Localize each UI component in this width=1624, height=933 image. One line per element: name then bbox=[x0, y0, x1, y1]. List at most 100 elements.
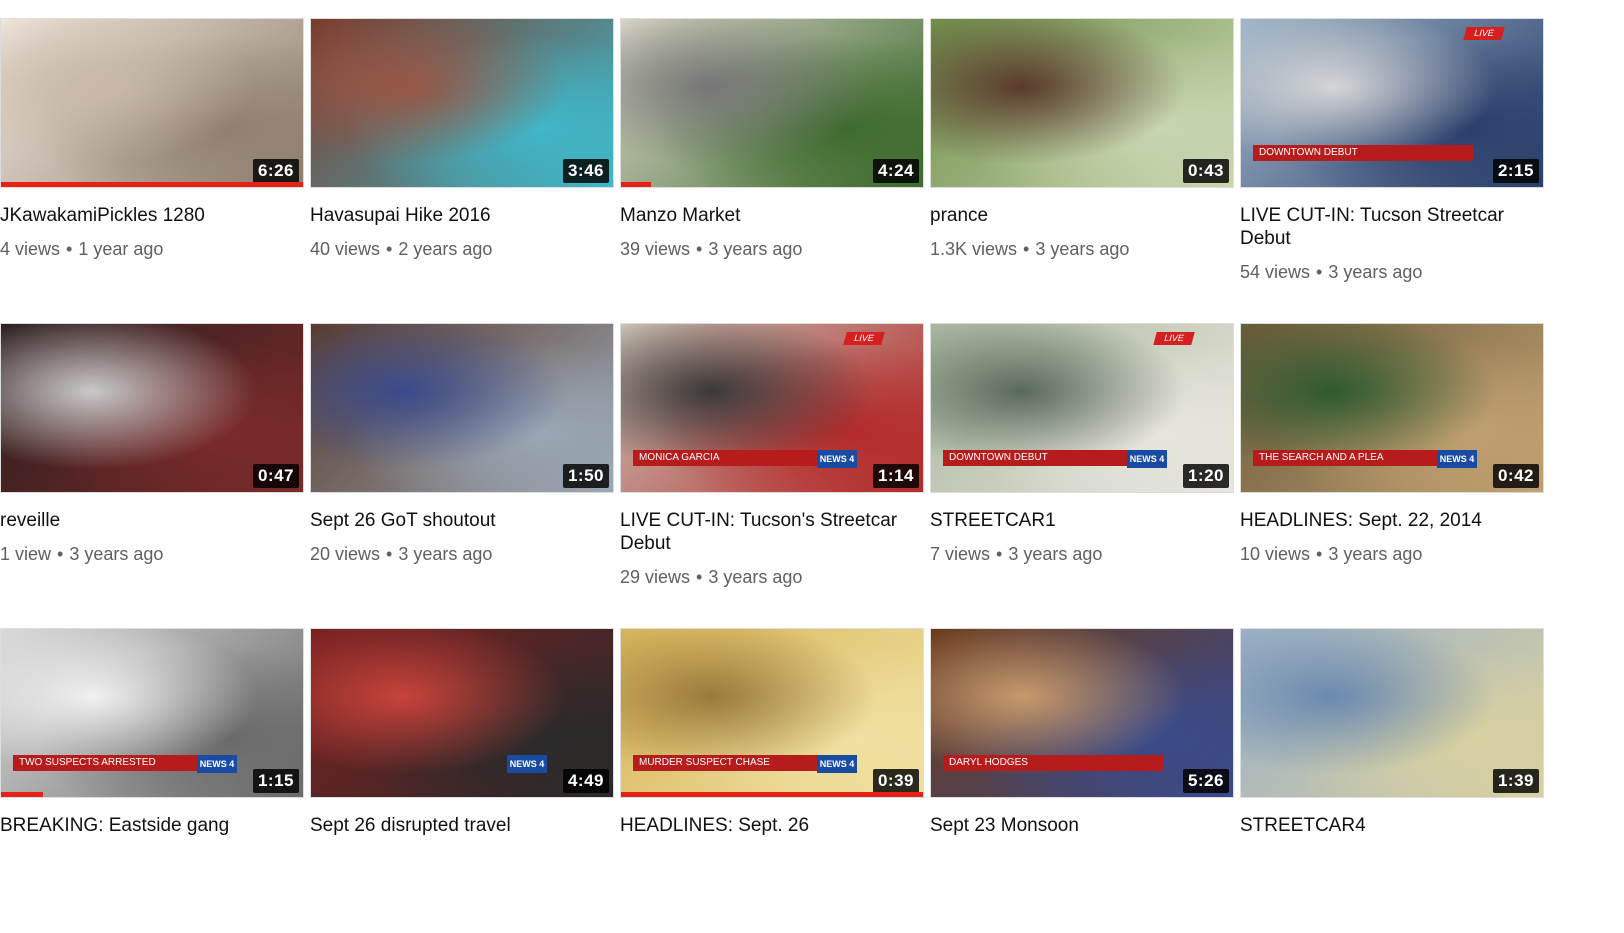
video-thumbnail[interactable]: MURDER SUSPECT CHASE NEWS 4 0:39 bbox=[620, 628, 924, 798]
video-meta: 29 views • 3 years ago bbox=[620, 567, 925, 588]
video-thumbnail[interactable]: THE SEARCH AND A PLEA NEWS 4 0:42 bbox=[1240, 323, 1544, 493]
view-count: 54 views bbox=[1240, 262, 1311, 282]
video-thumbnail[interactable]: DOWNTOWN DEBUT LIVE NEWS 4 1:20 bbox=[930, 323, 1234, 493]
news-logo: NEWS 4 bbox=[817, 755, 857, 773]
video-meta: 39 views • 3 years ago bbox=[620, 239, 925, 260]
video-meta bbox=[620, 849, 925, 870]
duration-badge: 1:20 bbox=[1182, 464, 1229, 488]
video-card[interactable]: 6:26 JKawakamiPickles 1280 4 views • 1 yea… bbox=[0, 18, 305, 323]
live-badge: LIVE bbox=[1153, 332, 1195, 345]
duration-badge: 0:43 bbox=[1182, 159, 1229, 183]
video-title[interactable]: LIVE CUT-IN: Tucson's Streetcar Debut bbox=[620, 509, 925, 555]
lower-third-caption: DARYL HODGES bbox=[943, 755, 1163, 771]
video-thumbnail[interactable]: DARYL HODGES 5:26 bbox=[930, 628, 1234, 798]
live-badge: LIVE bbox=[843, 332, 885, 345]
video-card[interactable]: 0:43 prance 1.3K views • 3 years ago bbox=[930, 18, 1235, 323]
upload-age: 3 years ago bbox=[1328, 544, 1423, 564]
video-title[interactable]: reveille bbox=[0, 509, 305, 532]
video-card[interactable]: DOWNTOWN DEBUT LIVE 2:15 LIVE CUT-IN: Tuc… bbox=[1240, 18, 1545, 323]
video-title[interactable]: Manzo Market bbox=[620, 204, 925, 227]
video-meta: 1.3K views • 3 years ago bbox=[930, 239, 1235, 260]
video-title[interactable]: STREETCAR4 bbox=[1240, 814, 1545, 837]
video-card[interactable]: TWO SUSPECTS ARRESTED NEWS 4 1:15 BREAKIN… bbox=[0, 628, 305, 933]
upload-age: 3 years ago bbox=[1035, 239, 1130, 259]
view-count: 29 views bbox=[620, 567, 691, 587]
video-card[interactable]: THE SEARCH AND A PLEA NEWS 4 0:42 HEADLIN… bbox=[1240, 323, 1545, 628]
meta-separator: • bbox=[996, 544, 1003, 564]
upload-age: 3 years ago bbox=[708, 239, 803, 259]
video-title[interactable]: prance bbox=[930, 204, 1235, 227]
upload-age: 3 years ago bbox=[1008, 544, 1103, 564]
view-count: 10 views bbox=[1240, 544, 1311, 564]
video-title[interactable]: JKawakamiPickles 1280 bbox=[0, 204, 305, 227]
video-thumbnail[interactable]: DOWNTOWN DEBUT LIVE 2:15 bbox=[1240, 18, 1544, 188]
lower-third-caption: DOWNTOWN DEBUT bbox=[1253, 145, 1473, 161]
video-title[interactable]: STREETCAR1 bbox=[930, 509, 1235, 532]
video-card[interactable]: MONICA GARCIA LIVE NEWS 4 1:14 LIVE CUT-IN… bbox=[620, 323, 925, 628]
news-logo: NEWS 4 bbox=[1437, 450, 1477, 468]
video-card[interactable]: DARYL HODGES 5:26 Sept 23 Monsoon bbox=[930, 628, 1235, 933]
meta-separator: • bbox=[386, 544, 393, 564]
video-card[interactable]: 4:24 Manzo Market 39 views • 3 years ago bbox=[620, 18, 925, 323]
meta-separator: • bbox=[1023, 239, 1030, 259]
video-card[interactable]: NEWS 4 4:49 Sept 26 disrupted travel bbox=[310, 628, 615, 933]
duration-badge: 1:14 bbox=[872, 464, 919, 488]
video-thumbnail[interactable]: 3:46 bbox=[310, 18, 614, 188]
video-card[interactable]: 1:50 Sept 26 GoT shoutout 20 views • 3 yea… bbox=[310, 323, 615, 628]
video-meta: 10 views • 3 years ago bbox=[1240, 544, 1545, 565]
meta-separator: • bbox=[1316, 262, 1323, 282]
meta-separator: • bbox=[696, 239, 703, 259]
view-count: 20 views bbox=[310, 544, 381, 564]
duration-badge: 4:24 bbox=[872, 159, 919, 183]
watch-progress-bar bbox=[621, 792, 923, 797]
duration-badge: 3:46 bbox=[562, 159, 609, 183]
video-title[interactable]: Sept 26 GoT shoutout bbox=[310, 509, 615, 532]
video-card[interactable]: 1:39 STREETCAR4 bbox=[1240, 628, 1545, 933]
video-meta bbox=[310, 849, 615, 870]
video-card[interactable]: 3:46 Havasupai Hike 2016 40 views • 2 year… bbox=[310, 18, 615, 323]
video-thumbnail[interactable]: NEWS 4 4:49 bbox=[310, 628, 614, 798]
upload-age: 3 years ago bbox=[398, 544, 493, 564]
video-title[interactable]: Havasupai Hike 2016 bbox=[310, 204, 615, 227]
view-count: 7 views bbox=[930, 544, 991, 564]
video-card[interactable]: 0:47 reveille 1 view • 3 years ago bbox=[0, 323, 305, 628]
video-title[interactable]: HEADLINES: Sept. 26 bbox=[620, 814, 925, 837]
meta-separator: • bbox=[57, 544, 64, 564]
duration-badge: 2:15 bbox=[1492, 159, 1539, 183]
watch-progress-bar bbox=[1, 182, 303, 187]
video-thumbnail[interactable]: 4:24 bbox=[620, 18, 924, 188]
upload-age: 3 years ago bbox=[69, 544, 164, 564]
video-thumbnail[interactable]: 1:39 bbox=[1240, 628, 1544, 798]
video-card[interactable]: DOWNTOWN DEBUT LIVE NEWS 4 1:20 STREETCAR1… bbox=[930, 323, 1235, 628]
video-title[interactable]: BREAKING: Eastside gang bbox=[0, 814, 305, 837]
duration-badge: 1:50 bbox=[562, 464, 609, 488]
upload-age: 2 years ago bbox=[398, 239, 493, 259]
video-thumbnail[interactable]: MONICA GARCIA LIVE NEWS 4 1:14 bbox=[620, 323, 924, 493]
video-thumbnail[interactable]: 0:47 bbox=[0, 323, 304, 493]
video-grid: 6:26 JKawakamiPickles 1280 4 views • 1 yea… bbox=[0, 18, 1560, 933]
video-card[interactable]: MURDER SUSPECT CHASE NEWS 4 0:39 HEADLINE… bbox=[620, 628, 925, 933]
video-thumbnail[interactable]: 6:26 bbox=[0, 18, 304, 188]
duration-badge: 5:26 bbox=[1182, 769, 1229, 793]
video-meta: 20 views • 3 years ago bbox=[310, 544, 615, 565]
video-thumbnail[interactable]: TWO SUSPECTS ARRESTED NEWS 4 1:15 bbox=[0, 628, 304, 798]
news-logo: NEWS 4 bbox=[817, 450, 857, 468]
watch-progress-bar bbox=[1, 792, 44, 797]
view-count: 39 views bbox=[620, 239, 691, 259]
view-count: 40 views bbox=[310, 239, 381, 259]
video-title[interactable]: Sept 23 Monsoon bbox=[930, 814, 1235, 837]
duration-badge: 0:39 bbox=[872, 769, 919, 793]
meta-separator: • bbox=[386, 239, 393, 259]
video-thumbnail[interactable]: 1:50 bbox=[310, 323, 614, 493]
video-title[interactable]: LIVE CUT-IN: Tucson Streetcar Debut bbox=[1240, 204, 1545, 250]
video-meta: 1 view • 3 years ago bbox=[0, 544, 305, 565]
video-title[interactable]: HEADLINES: Sept. 22, 2014 bbox=[1240, 509, 1545, 532]
upload-age: 3 years ago bbox=[1328, 262, 1423, 282]
duration-badge: 1:15 bbox=[252, 769, 299, 793]
duration-badge: 0:42 bbox=[1492, 464, 1539, 488]
video-meta bbox=[1240, 849, 1545, 870]
news-logo: NEWS 4 bbox=[1127, 450, 1167, 468]
video-title[interactable]: Sept 26 disrupted travel bbox=[310, 814, 615, 837]
video-thumbnail[interactable]: 0:43 bbox=[930, 18, 1234, 188]
duration-badge: 4:49 bbox=[562, 769, 609, 793]
